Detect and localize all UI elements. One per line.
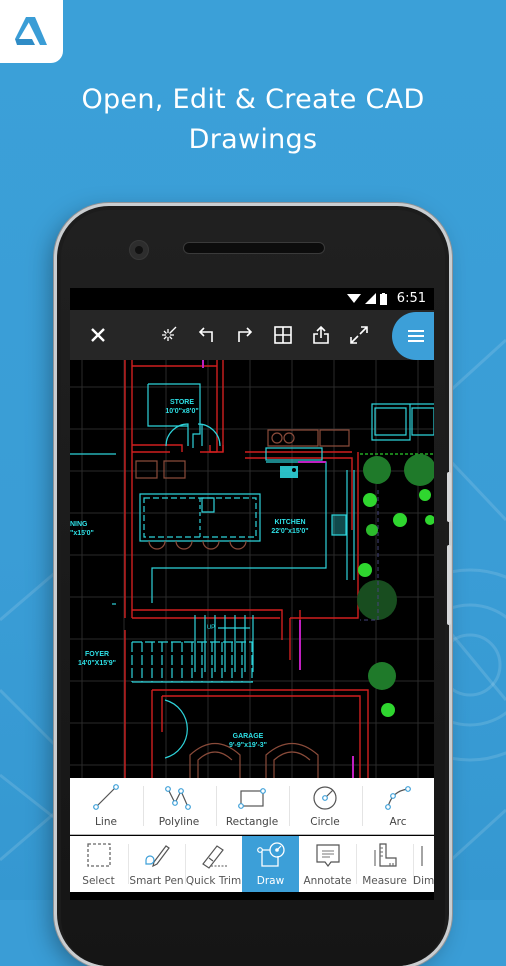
redo-icon	[238, 327, 253, 342]
headline: Open, Edit & Create CAD Drawings	[0, 80, 506, 160]
draw-icon	[256, 842, 285, 867]
select-icon	[86, 843, 111, 867]
tool-label: Measure	[362, 875, 407, 887]
tool-label: Smart Pen	[129, 875, 184, 887]
shape-label: Polyline	[158, 816, 200, 828]
room-name: STORE	[170, 399, 194, 406]
tool-measure[interactable]: Measure	[356, 836, 413, 892]
shape-label: Circle	[310, 816, 340, 828]
room-name: FOYER	[84, 651, 110, 658]
fullscreen-button[interactable]	[346, 322, 372, 348]
layers-grid-icon	[274, 326, 292, 344]
room-label-store: STORE 10'0"x8'0"	[152, 398, 212, 416]
navigation-bar	[70, 892, 434, 900]
drawing-canvas[interactable]: STORE 10'0"x8'0" KITCHEN 22'0"x15'0" NIN…	[70, 360, 434, 778]
snap-icon	[162, 326, 177, 341]
tool-label: Annotate	[303, 875, 352, 887]
drawing-toolbar	[70, 310, 434, 360]
earpiece-speaker	[183, 242, 325, 254]
close-button[interactable]	[85, 322, 111, 348]
room-name: KITCHEN	[274, 519, 306, 526]
undo-button[interactable]	[194, 322, 220, 348]
tool-select[interactable]: Select	[70, 836, 127, 892]
shape-label: Line	[95, 816, 117, 828]
arc-icon	[385, 786, 411, 810]
annotate-icon	[315, 844, 340, 867]
tool-label: Quick Trim	[185, 875, 242, 887]
shape-rectangle[interactable]: Rectangle	[216, 778, 288, 834]
tools-bar: Select Smart Pen Quick Trim Draw Annotat…	[70, 836, 434, 892]
hamburger-menu-icon	[408, 330, 424, 342]
measure-icon	[373, 843, 397, 867]
floor-plan-drawing	[70, 360, 434, 778]
undo-icon	[198, 327, 213, 342]
status-bar: 6:51	[70, 288, 434, 310]
dimension-icon	[421, 846, 423, 866]
snap-button[interactable]	[155, 322, 181, 348]
shape-arc[interactable]: Arc	[362, 778, 434, 834]
room-label-dining: NING "x15'0"	[70, 520, 96, 538]
tool-draw[interactable]: Draw	[242, 836, 299, 892]
room-size: 14'0"X15'9"	[78, 660, 116, 667]
tool-smart-pen[interactable]: Smart Pen	[128, 836, 185, 892]
room-size: 9'-9"x19'-3"	[229, 742, 267, 749]
menu-button[interactable]	[392, 312, 434, 360]
room-size: "x15'0"	[70, 530, 94, 537]
circle-icon	[313, 786, 337, 810]
tool-dimension[interactable]: Dim	[413, 836, 434, 892]
room-label-garage: GARAGE 9'-9"x19'-3"	[218, 732, 278, 750]
close-icon	[91, 328, 105, 342]
shape-label: Rectangle	[225, 816, 279, 828]
quick-trim-icon	[201, 845, 227, 869]
line-icon	[93, 784, 119, 810]
status-time: 6:51	[396, 291, 426, 306]
smart-pen-icon	[144, 845, 170, 868]
tool-quick-trim[interactable]: Quick Trim	[185, 836, 242, 892]
phone-screen: 6:51 STORE 10'0"x8'0" KITCHEN 22'0"x15'0…	[70, 288, 434, 900]
rectangle-icon	[238, 788, 266, 809]
signal-icon	[364, 293, 376, 304]
headline-line-1: Open, Edit & Create CAD	[81, 84, 425, 115]
layers-grid-button[interactable]	[270, 322, 296, 348]
room-label-kitchen: KITCHEN 22'0"x15'0"	[258, 518, 322, 536]
room-name: NING	[70, 521, 88, 528]
tool-label: Select	[82, 875, 115, 887]
phone-side-button-2	[447, 545, 451, 625]
shape-label: Arc	[389, 816, 407, 828]
tool-annotate[interactable]: Annotate	[299, 836, 356, 892]
shape-line[interactable]: Line	[70, 778, 142, 834]
shape-polyline[interactable]: Polyline	[143, 778, 215, 834]
battery-icon	[379, 292, 387, 305]
room-label-foyer: FOYER 14'0"X15'9"	[72, 650, 122, 668]
shapes-panel: Line Polyline Rectangle Circle Arc	[70, 778, 434, 835]
shape-circle[interactable]: Circle	[289, 778, 361, 834]
fullscreen-icon	[350, 326, 368, 344]
tool-label: Draw	[256, 875, 285, 887]
room-name: GARAGE	[232, 733, 264, 740]
stair-up-label: UP	[206, 625, 216, 631]
phone-side-button	[447, 472, 451, 522]
wifi-icon	[346, 294, 361, 303]
autodesk-logo-tile	[0, 0, 63, 63]
share-button[interactable]	[308, 322, 334, 348]
redo-button[interactable]	[231, 322, 257, 348]
tool-label: Dim	[413, 875, 434, 887]
polyline-icon	[165, 786, 191, 810]
room-size: 22'0"x15'0"	[271, 528, 309, 535]
front-camera	[129, 240, 149, 260]
room-size: 10'0"x8'0"	[165, 408, 199, 415]
share-icon	[313, 325, 329, 344]
autodesk-a-logo-icon	[15, 17, 47, 45]
headline-line-2: Drawings	[188, 124, 318, 155]
